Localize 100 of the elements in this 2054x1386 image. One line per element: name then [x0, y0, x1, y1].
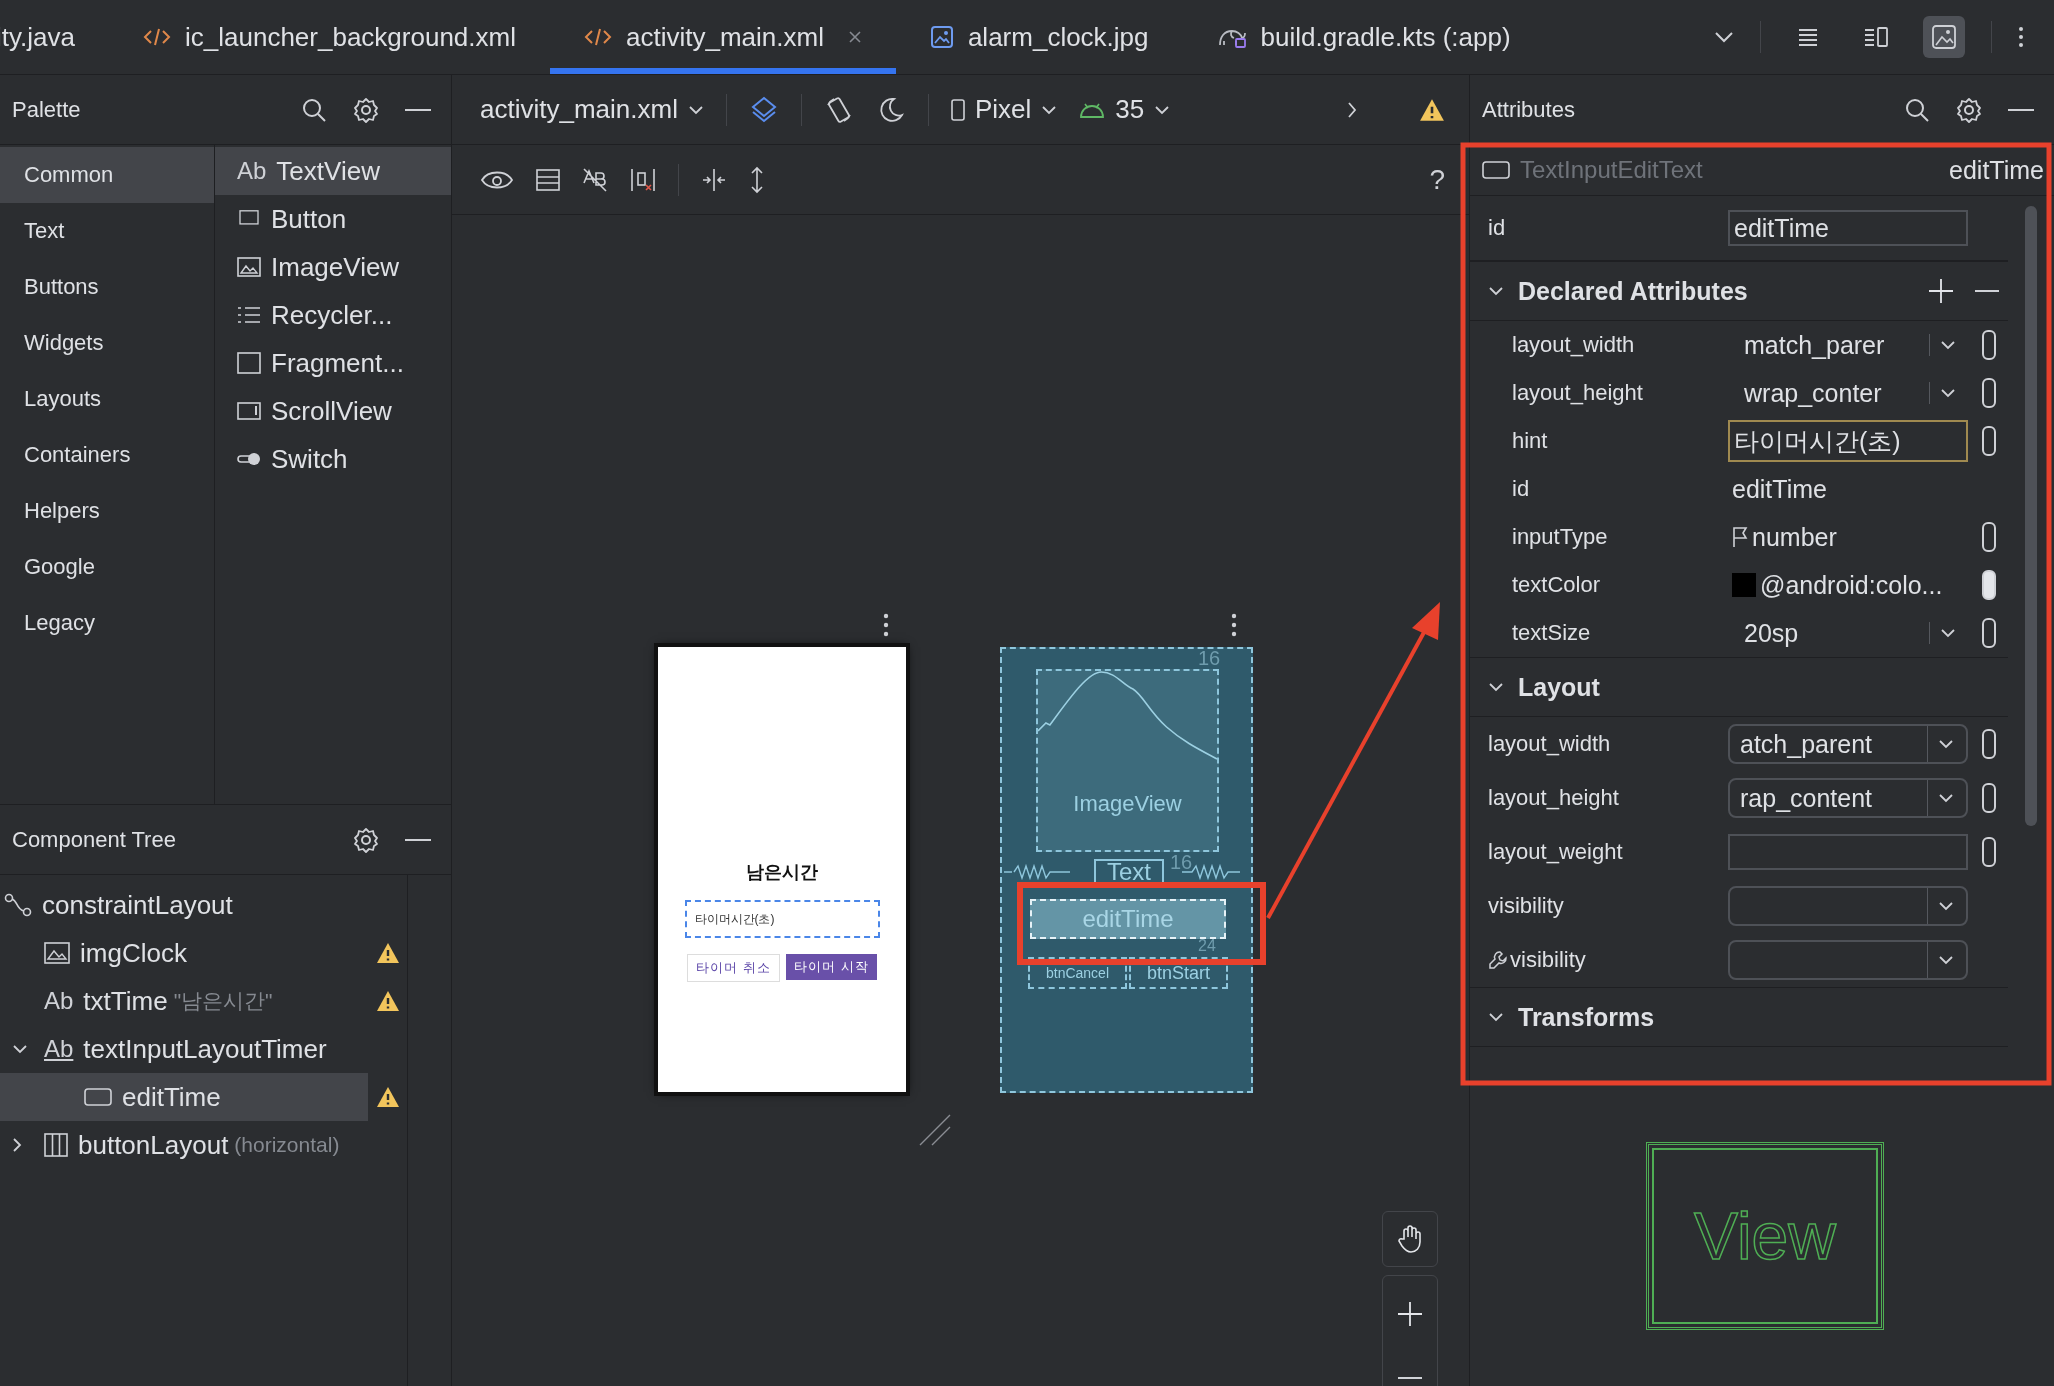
- settings-icon[interactable]: [353, 96, 379, 123]
- vertical-arrows-icon[interactable]: [749, 165, 765, 194]
- zoom-out-icon[interactable]: [1397, 1375, 1423, 1380]
- zoom-in-icon[interactable]: [1397, 1300, 1423, 1327]
- margin-label: 24: [1198, 937, 1216, 955]
- hand-icon: [1397, 1225, 1423, 1253]
- panel-title: Attributes: [1482, 96, 1575, 123]
- scroll-view-icon: [237, 402, 261, 420]
- tree-item[interactable]: imgClock: [0, 929, 368, 977]
- palette-item[interactable]: Ab TextView: [215, 147, 451, 195]
- design-view-icon[interactable]: [1923, 16, 1965, 58]
- phone-icon: [950, 98, 965, 121]
- attribute-dropdown[interactable]: atch_parent: [1728, 724, 1968, 764]
- attribute-dropdown[interactable]: rap_content: [1728, 778, 1968, 818]
- scrollbar[interactable]: [2025, 206, 2037, 826]
- close-icon[interactable]: [847, 30, 862, 44]
- palette-item[interactable]: Recycler...: [215, 291, 451, 339]
- palette-category[interactable]: Legacy: [0, 595, 214, 651]
- attribute-name: visibility: [1488, 893, 1565, 919]
- search-icon[interactable]: [301, 96, 327, 123]
- section-title[interactable]: Transforms: [1518, 1002, 2000, 1032]
- file-dropdown[interactable]: activity_main.xml: [480, 94, 704, 125]
- constraint-clear-icon[interactable]: [630, 166, 656, 193]
- attribute-toggle[interactable]: [1982, 570, 1996, 600]
- search-icon[interactable]: [1904, 96, 1930, 123]
- margin-label: 16: [1198, 647, 1221, 670]
- editor-tab[interactable]: ic_launcher_background.xml: [109, 0, 550, 74]
- section-title[interactable]: Layout: [1518, 672, 2000, 702]
- dropdown-chevron-icon: [1041, 104, 1058, 115]
- attribute-toggle[interactable]: [1982, 618, 1996, 648]
- attribute-toggle[interactable]: [1982, 426, 1996, 456]
- palette-category[interactable]: Common: [0, 147, 214, 203]
- tree-item[interactable]: buttonLayout (horizontal): [0, 1121, 368, 1169]
- attribute-dropdown[interactable]: 20sp: [1728, 613, 1968, 653]
- attribute-value[interactable]: @android:colo...: [1728, 565, 1968, 605]
- attribute-dropdown[interactable]: match_parer: [1728, 325, 1968, 365]
- more-options-icon[interactable]: [2018, 25, 2024, 49]
- palette-item[interactable]: Switch: [215, 435, 451, 483]
- panel-title: Palette: [12, 96, 81, 123]
- palette-category[interactable]: Text: [0, 203, 214, 259]
- view-preview: View: [1646, 1142, 1884, 1330]
- table-icon[interactable]: [536, 167, 560, 192]
- api-level-dropdown[interactable]: 35: [1079, 94, 1171, 125]
- attribute-toggle[interactable]: [1982, 837, 1996, 867]
- dropdown-chevron-icon: [1154, 104, 1171, 115]
- image-icon: [44, 942, 70, 964]
- palette-item[interactable]: Button: [215, 195, 451, 243]
- settings-icon[interactable]: [1956, 96, 1982, 123]
- palette-item[interactable]: ScrollView: [215, 387, 451, 435]
- attribute-toggle[interactable]: [1982, 522, 1996, 552]
- minimize-icon[interactable]: [405, 837, 431, 842]
- editor-tab[interactable]: alarm_clock.jpg: [895, 0, 1183, 74]
- tree-item[interactable]: editTime: [0, 1073, 368, 1121]
- palette-category[interactable]: Google: [0, 539, 214, 595]
- tab-list-chevron-icon[interactable]: [1714, 31, 1734, 43]
- resize-handle-icon[interactable]: [918, 1113, 952, 1147]
- warning-icon[interactable]: [1419, 97, 1445, 122]
- attribute-name: textColor: [1512, 572, 1602, 598]
- attribute-toggle[interactable]: [1982, 729, 1996, 759]
- section-title[interactable]: Declared Attributes: [1518, 276, 1914, 306]
- minimize-icon[interactable]: [2008, 107, 2034, 112]
- attribute-field[interactable]: 타이머시간(초): [1728, 420, 1968, 462]
- editor-tab[interactable]: ity.java: [0, 0, 109, 74]
- palette-item[interactable]: ImageView: [215, 243, 451, 291]
- more-options-icon[interactable]: [883, 613, 889, 637]
- color-swatch[interactable]: [1732, 573, 1756, 597]
- palette-category[interactable]: Layouts: [0, 371, 214, 427]
- palette-category[interactable]: Helpers: [0, 483, 214, 539]
- palette-item[interactable]: Fragment...: [215, 339, 451, 387]
- attribute-name: hint: [1512, 428, 1549, 454]
- chevron-right-icon[interactable]: [1347, 100, 1357, 119]
- minimize-icon[interactable]: [405, 107, 431, 112]
- attribute-name: inputType: [1512, 524, 1609, 550]
- editor-tab[interactable]: build.gradle.kts (:app): [1182, 0, 1545, 74]
- text-strike-icon[interactable]: [582, 166, 608, 193]
- add-icon[interactable]: [1928, 278, 1954, 304]
- palette-category[interactable]: Buttons: [0, 259, 214, 315]
- attribute-dropdown[interactable]: wrap_conter: [1728, 373, 1968, 413]
- id-field[interactable]: editTime: [1728, 210, 1968, 246]
- palette-category[interactable]: Containers: [0, 427, 214, 483]
- attribute-value[interactable]: number: [1728, 517, 1968, 557]
- dropdown-chevron-icon: [1938, 901, 1954, 911]
- help-icon[interactable]: ?: [1429, 163, 1445, 196]
- align-center-icon[interactable]: [701, 167, 727, 192]
- attribute-toggle[interactable]: [1982, 378, 1996, 408]
- component-name: imgClock: [80, 937, 187, 969]
- tree-item[interactable]: constraintLayout: [0, 881, 368, 929]
- settings-icon[interactable]: [353, 826, 379, 853]
- editor-tab[interactable]: activity_main.xml: [549, 0, 896, 74]
- tree-item[interactable]: Ab textInputLayoutTimer: [0, 1025, 368, 1073]
- palette-category[interactable]: Widgets: [0, 315, 214, 371]
- remove-icon[interactable]: [1974, 289, 2000, 293]
- text-view-icon: Ab: [237, 157, 267, 185]
- attribute-field[interactable]: [1728, 834, 1968, 870]
- attribute-toggle[interactable]: [1982, 783, 1996, 813]
- attribute-toggle[interactable]: [1982, 330, 1996, 360]
- tree-item[interactable]: Ab txtTime "남은시간": [0, 977, 368, 1025]
- pan-button[interactable]: [1382, 1211, 1438, 1267]
- device-dropdown[interactable]: Pixel: [950, 94, 1058, 125]
- more-options-icon[interactable]: [1231, 613, 1237, 637]
